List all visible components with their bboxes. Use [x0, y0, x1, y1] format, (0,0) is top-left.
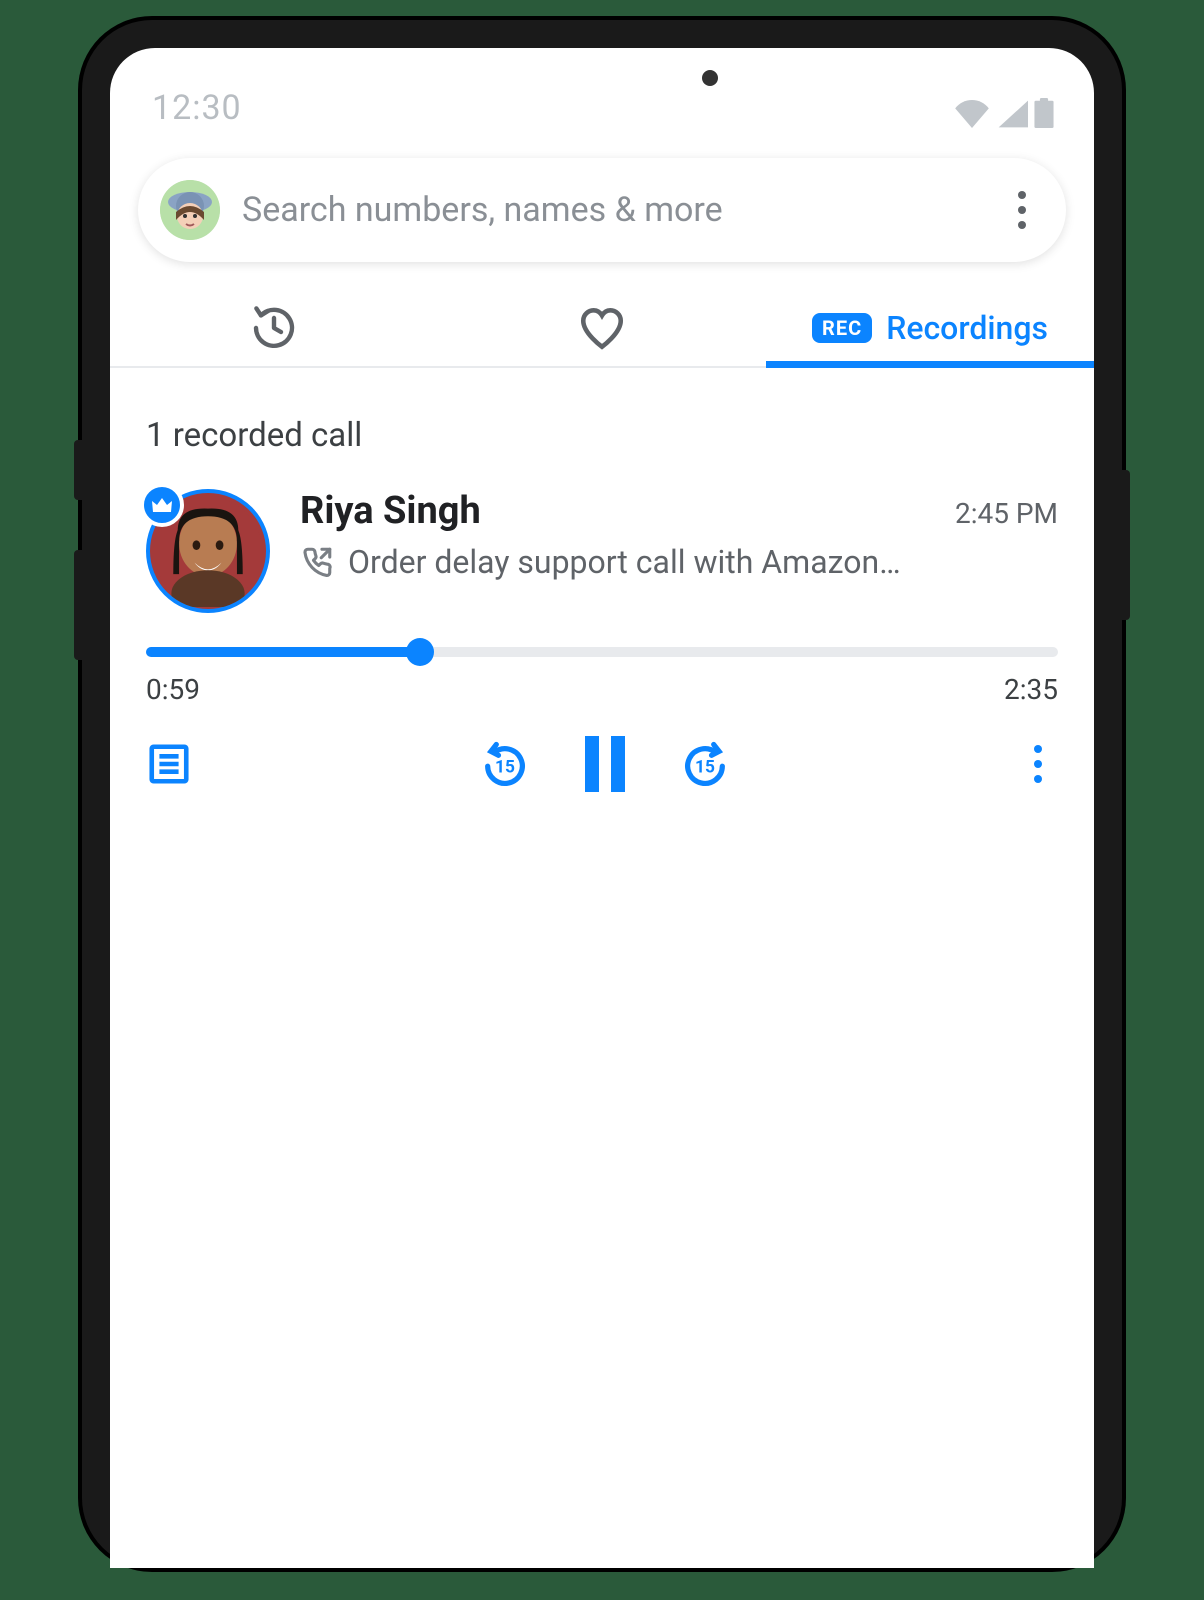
heart-icon: [577, 303, 627, 353]
svg-text:15: 15: [495, 758, 515, 778]
dot-icon: [1018, 191, 1026, 199]
tab-recordings[interactable]: REC Recordings: [766, 290, 1094, 366]
forward-icon: 15: [679, 738, 731, 790]
contact-name: Riya Singh: [300, 489, 481, 533]
pause-icon: [581, 736, 629, 792]
contact-avatar[interactable]: [146, 489, 270, 613]
tab-bar: REC Recordings: [110, 290, 1094, 368]
wifi-icon: [954, 100, 990, 128]
search-bar[interactable]: Search numbers, names & more: [138, 158, 1066, 262]
active-tab-indicator: [766, 361, 1094, 368]
phone-side-button: [1122, 470, 1130, 620]
dot-icon: [1034, 775, 1042, 783]
avatar-emoji-icon: [160, 180, 220, 240]
status-time: 12:30: [152, 88, 242, 128]
section-header: 1 recorded call: [110, 368, 1094, 489]
recording-item[interactable]: Riya Singh 2:45 PM Order delay support c…: [110, 489, 1094, 792]
outgoing-call-icon: [300, 545, 334, 579]
transcript-button[interactable]: [146, 741, 192, 787]
tab-favorites[interactable]: [438, 290, 766, 366]
svg-text:15: 15: [695, 758, 715, 778]
phone-side-button: [74, 440, 82, 500]
rewind-icon: 15: [479, 738, 531, 790]
profile-avatar[interactable]: [160, 180, 220, 240]
premium-badge-icon: [140, 483, 184, 527]
recording-subtitle: Order delay support call with Amazon…: [348, 543, 901, 581]
recording-timestamp: 2:45 PM: [955, 497, 1058, 530]
history-icon: [250, 304, 298, 352]
tab-recents[interactable]: [110, 290, 438, 366]
total-time: 2:35: [1004, 673, 1058, 706]
screen: 12:30 Search numb: [110, 48, 1094, 1568]
more-menu-button[interactable]: [1002, 190, 1042, 230]
phone-frame: 12:30 Search numb: [82, 20, 1122, 1568]
progress-fill: [146, 647, 420, 657]
forward-15-button[interactable]: 15: [679, 738, 731, 790]
progress-thumb[interactable]: [406, 638, 434, 666]
elapsed-time: 0:59: [146, 673, 200, 706]
dot-icon: [1034, 745, 1042, 753]
search-input[interactable]: Search numbers, names & more: [242, 190, 980, 230]
battery-icon: [1034, 98, 1054, 128]
player-more-button[interactable]: [1018, 744, 1058, 784]
dot-icon: [1018, 206, 1026, 214]
status-bar: 12:30: [110, 48, 1094, 138]
cellular-icon: [996, 100, 1028, 128]
progress-slider[interactable]: [146, 647, 1058, 657]
rewind-15-button[interactable]: 15: [479, 738, 531, 790]
rec-badge-icon: REC: [812, 313, 872, 343]
pause-button[interactable]: [581, 736, 629, 792]
status-icons: [954, 98, 1054, 128]
dot-icon: [1034, 760, 1042, 768]
audio-player: 0:59 2:35: [146, 647, 1058, 792]
tab-label: Recordings: [886, 309, 1048, 347]
dot-icon: [1018, 221, 1026, 229]
list-icon: [146, 741, 192, 787]
phone-side-button: [74, 550, 82, 660]
